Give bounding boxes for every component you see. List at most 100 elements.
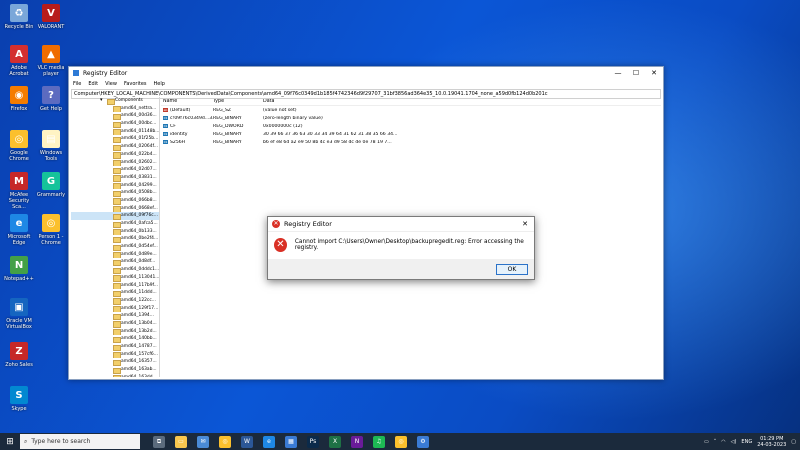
tree-item[interactable]: amd64_14787... xyxy=(71,343,159,351)
file-explorer-icon[interactable]: ▭ xyxy=(175,435,187,448)
tree-item[interactable]: amd64_066b8... xyxy=(71,197,159,205)
tree-item[interactable]: amd64_022b4... xyxy=(71,151,159,159)
tree-item[interactable]: amd64_02602... xyxy=(71,159,159,167)
tree-item[interactable]: amd64_140bb... xyxy=(71,335,159,343)
regedit-taskbar-icon[interactable]: ⚙ xyxy=(417,435,429,448)
desktop-shortcut[interactable]: e Microsoft Edge xyxy=(4,214,34,246)
window-titlebar[interactable]: Registry Editor — ☐ ✕ xyxy=(69,67,663,79)
mail-icon[interactable]: ✉ xyxy=(197,435,209,448)
onenote-icon[interactable]: N xyxy=(351,435,363,448)
tree-item[interactable]: amd64_129f17... xyxy=(71,305,159,313)
column-name[interactable]: Name xyxy=(161,99,213,104)
volume-icon[interactable]: ◁) xyxy=(731,439,737,445)
tree-item[interactable]: amd64_0668ef... xyxy=(71,205,159,213)
tree-item[interactable]: amd64_09f76c... xyxy=(71,212,159,220)
tree-item[interactable]: amd64_02064f... xyxy=(71,143,159,151)
column-data[interactable]: Data xyxy=(263,99,661,104)
desktop-shortcut[interactable]: ◎ Google Chrome xyxy=(4,130,34,162)
spotify-icon[interactable]: ♫ xyxy=(373,435,385,448)
chrome-taskbar-icon[interactable]: ◎ xyxy=(219,435,231,448)
tree-item[interactable]: amd64_16357... xyxy=(71,358,159,367)
tree-item[interactable]: amd64_0b133... xyxy=(71,228,159,236)
tree-item[interactable]: amd64_0d54ef... xyxy=(71,243,159,251)
battery-icon[interactable]: ▭ xyxy=(704,439,709,445)
column-type[interactable]: Type xyxy=(213,99,263,104)
tree-item[interactable]: amd64_122cc... xyxy=(71,297,159,305)
maximize-button[interactable]: ☐ xyxy=(627,69,645,77)
value-row[interactable]: 01 identity REG_BINARY 30 39 66 37 36 63 30… xyxy=(161,130,661,138)
close-button[interactable]: ✕ xyxy=(645,69,663,77)
expand-arrow-icon[interactable]: ▾ xyxy=(100,97,103,105)
tree-item[interactable]: amd64_1394... xyxy=(71,312,159,320)
notification-icon[interactable]: ▢ xyxy=(791,439,796,445)
tree-item[interactable]: amd64_00dbc... xyxy=(71,120,159,128)
tree-item[interactable]: amd64_0d8df... xyxy=(71,258,159,267)
error-dialog[interactable]: ✕ Registry Editor ✕ ✕ Cannot import C:\U… xyxy=(267,216,535,280)
value-row[interactable]: 01 c!09f76c0349d...3... REG_BINARY (zero-le… xyxy=(161,114,661,122)
chevron-up-icon[interactable]: ˄ xyxy=(714,439,717,445)
minimize-button[interactable]: — xyxy=(609,69,627,77)
menu-view[interactable]: View xyxy=(105,81,117,87)
language-indicator[interactable]: ENG xyxy=(741,439,752,445)
photoshop-icon[interactable]: Ps xyxy=(307,435,319,448)
dialog-titlebar[interactable]: ✕ Registry Editor ✕ xyxy=(268,217,534,232)
tree-item-label: amd64_0508b... xyxy=(121,190,157,196)
taskbar-search-box[interactable]: ⌕ Type here to search xyxy=(20,434,140,449)
desktop-shortcut[interactable]: ? Get Help xyxy=(36,86,66,112)
tree-item[interactable]: amd64_0be2f4... xyxy=(71,235,159,244)
windows-start-icon[interactable]: ⊞ xyxy=(0,433,20,450)
desktop-shortcut[interactable]: V VALORANT xyxy=(36,4,66,30)
tree-item[interactable]: amd64_0dddc1... xyxy=(71,266,159,274)
tree-item[interactable]: amd64_01148b... xyxy=(71,128,159,136)
tree-item-components[interactable]: ▾ Components xyxy=(71,97,159,105)
tree-item[interactable]: amd64_00d36... xyxy=(71,112,159,121)
desktop-shortcut[interactable]: ◉ Firefox xyxy=(4,86,34,112)
dialog-close-button[interactable]: ✕ xyxy=(522,220,528,228)
tree-item[interactable]: amd64_0afca5... xyxy=(71,220,159,228)
desktop-shortcut[interactable]: ▣ Oracle VM VirtualBox xyxy=(4,298,34,330)
tree-item[interactable]: amd64_04299... xyxy=(71,182,159,190)
tree-item[interactable]: amd64_13b04... xyxy=(71,320,159,328)
tree-item[interactable]: amd64_nettra... xyxy=(71,105,159,113)
word-icon[interactable]: W xyxy=(241,435,253,448)
tree-item[interactable]: amd64_117b9f... xyxy=(71,282,159,290)
desktop-shortcut[interactable]: A Adobe Acrobat xyxy=(4,45,34,77)
desktop-shortcut[interactable]: ◎ Person 1 - Chrome xyxy=(36,214,66,246)
ok-button[interactable]: OK xyxy=(496,264,528,275)
menu-edit[interactable]: Edit xyxy=(88,81,98,87)
desktop-shortcut[interactable]: ▲ VLC media player xyxy=(36,45,66,77)
menu-file[interactable]: File xyxy=(73,81,81,87)
desktop-shortcut[interactable]: S Skype xyxy=(4,386,34,412)
desktop-shortcut[interactable]: Z Zoho Sales xyxy=(4,342,34,368)
desktop-shortcut[interactable]: M McAfee Security Sca... xyxy=(4,172,34,210)
value-name-cell: 01 S256H xyxy=(161,140,213,145)
tree-item[interactable]: amd64_03831... xyxy=(71,174,159,182)
tree-item[interactable]: amd64_13b2d... xyxy=(71,328,159,336)
desktop-shortcut[interactable]: N Notepad++ xyxy=(4,256,34,282)
value-row[interactable]: 01 S256H REG_BINARY b6 ef e8 6d a2 e9 50 8b… xyxy=(161,138,661,146)
tree-item[interactable]: amd64_01f25b... xyxy=(71,135,159,144)
value-row[interactable]: ab (Default) REG_SZ (value not set) xyxy=(161,106,661,114)
clock[interactable]: 01:29 PM 24-03-2023 xyxy=(757,436,786,448)
value-row[interactable]: 01 CF REG_DWORD 0x0000000c (12) xyxy=(161,122,661,130)
tree-item[interactable]: amd64_02d07... xyxy=(71,166,159,174)
tree-item[interactable]: amd64_163dd... xyxy=(71,374,159,377)
desktop-shortcut[interactable]: ▤ Windows Tools xyxy=(36,130,66,162)
excel-icon[interactable]: X xyxy=(329,435,341,448)
menu-favorites[interactable]: Favorites xyxy=(124,81,147,87)
edge-taskbar-icon[interactable]: e xyxy=(263,435,275,448)
store-icon[interactable]: ▦ xyxy=(285,435,297,448)
desktop-shortcut[interactable]: ♻ Recycle Bin xyxy=(4,4,34,30)
registry-tree[interactable]: ▾ Components amd64_nettra... amd64_00d36.… xyxy=(71,97,160,377)
tree-item[interactable]: amd64_113041... xyxy=(71,274,159,282)
chrome-taskbar-icon-2[interactable]: ◎ xyxy=(395,435,407,448)
tree-item[interactable]: amd64_0d89e... xyxy=(71,251,159,259)
tree-item[interactable]: amd64_163ab... xyxy=(71,366,159,374)
tree-item[interactable]: amd64_0508b... xyxy=(71,189,159,197)
task-view-icon[interactable]: ⧉ xyxy=(153,435,165,448)
desktop-shortcut[interactable]: G Grammarly xyxy=(36,172,66,198)
tree-item[interactable]: amd64_157cf6... xyxy=(71,351,159,359)
network-icon[interactable]: ◠ xyxy=(721,439,725,445)
menu-help[interactable]: Help xyxy=(154,81,165,87)
tree-item[interactable]: amd64_11ddd... xyxy=(71,289,159,297)
